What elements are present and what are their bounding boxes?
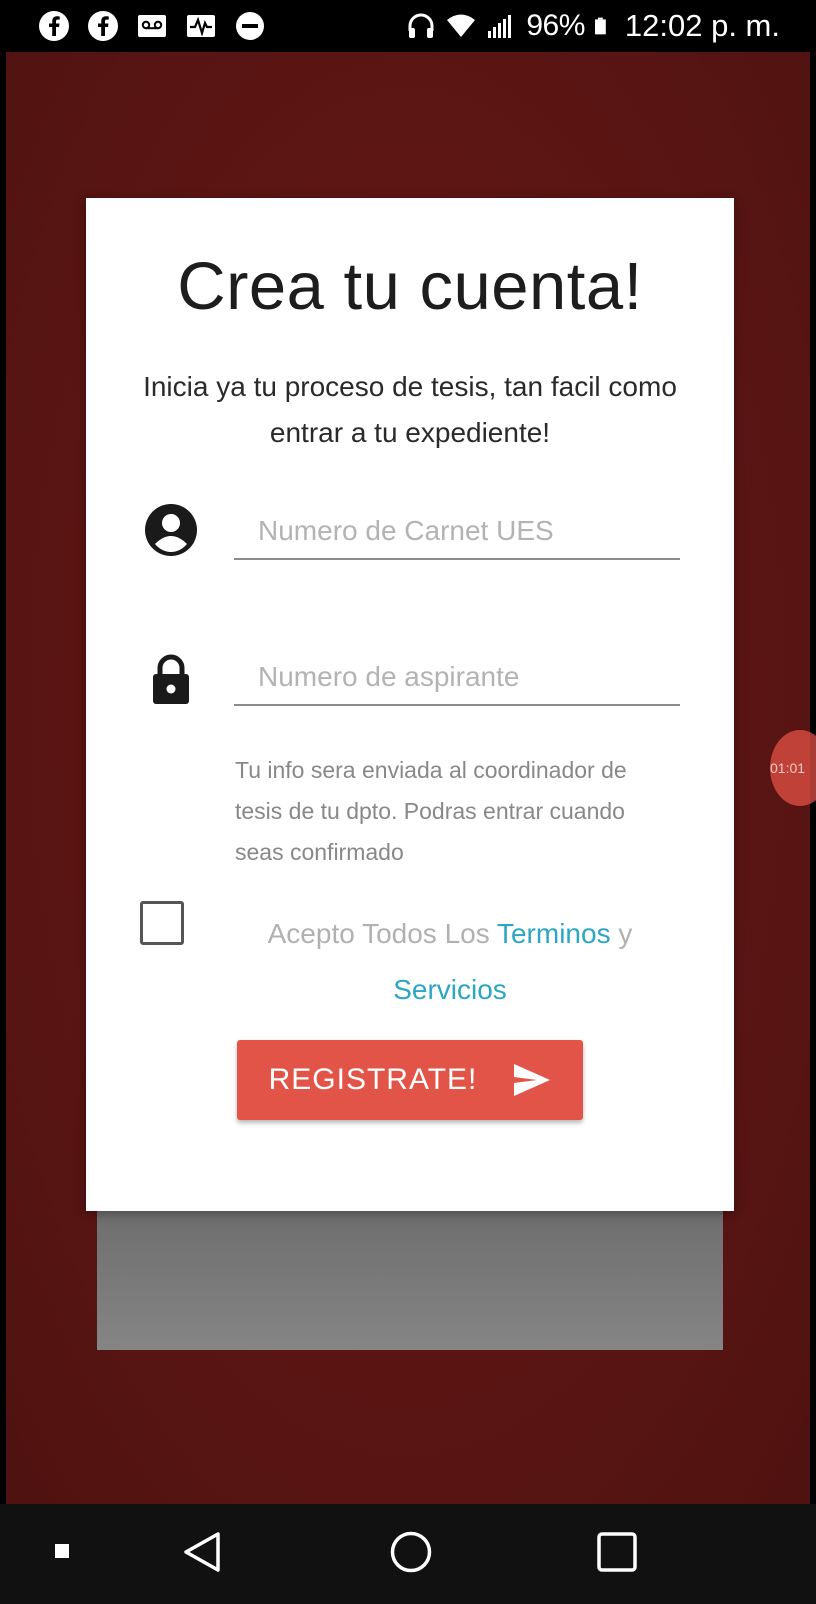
signal-icon	[488, 15, 512, 38]
recents-dot-icon	[55, 1544, 69, 1558]
do-not-disturb-icon	[236, 12, 264, 40]
headphones-icon	[408, 13, 434, 38]
voicemail-icon	[138, 15, 166, 37]
wifi-icon	[447, 14, 476, 37]
screen: 96% 12:02 p. m. 01:01 Crea tu cuenta! In…	[0, 0, 816, 1604]
account-circle-icon	[143, 502, 199, 558]
register-button-label: REGISTRATE!	[268, 1063, 478, 1096]
terms-label: Acepto Todos Los Terminos y Servicios	[222, 906, 678, 1018]
navigation-bar	[0, 1504, 816, 1604]
helper-text: Tu info sera enviada al coordinador de t…	[235, 757, 627, 865]
register-dialog: Crea tu cuenta! Inicia ya tu proceso de …	[86, 198, 734, 1211]
battery-percentage: 96%	[526, 9, 585, 42]
status-bar: 96% 12:02 p. m.	[0, 0, 816, 52]
floating-timer-text: 01:01	[770, 760, 806, 776]
back-icon[interactable]	[180, 1530, 224, 1574]
terms-checkbox[interactable]	[140, 901, 184, 945]
activity-icon	[187, 15, 215, 37]
dialog-title: Crea tu cuenta!	[177, 249, 643, 324]
status-left-icons	[38, 10, 266, 42]
terms-conjunction: y	[610, 918, 633, 949]
facebook-icon	[39, 11, 69, 41]
terms-link[interactable]: Terminos	[497, 918, 611, 949]
facebook-icon	[88, 11, 118, 41]
services-link[interactable]: Servicios	[393, 974, 507, 1005]
background-card	[97, 1200, 723, 1350]
terms-prefix: Acepto Todos Los	[267, 918, 497, 949]
lock-icon	[143, 650, 199, 706]
send-icon	[514, 1064, 551, 1096]
status-right-icons: 96% 12:02 p. m.	[406, 8, 780, 44]
register-button[interactable]: REGISTRATE!	[237, 1040, 583, 1120]
home-icon[interactable]	[389, 1530, 433, 1574]
battery-icon	[594, 17, 606, 35]
dialog-subtitle: Inicia ya tu proceso de tesis, tan facil…	[143, 371, 677, 448]
carnet-input[interactable]	[234, 504, 680, 560]
aspirante-input[interactable]	[234, 650, 680, 706]
overview-icon[interactable]	[596, 1531, 638, 1573]
clock: 12:02 p. m.	[624, 8, 780, 43]
